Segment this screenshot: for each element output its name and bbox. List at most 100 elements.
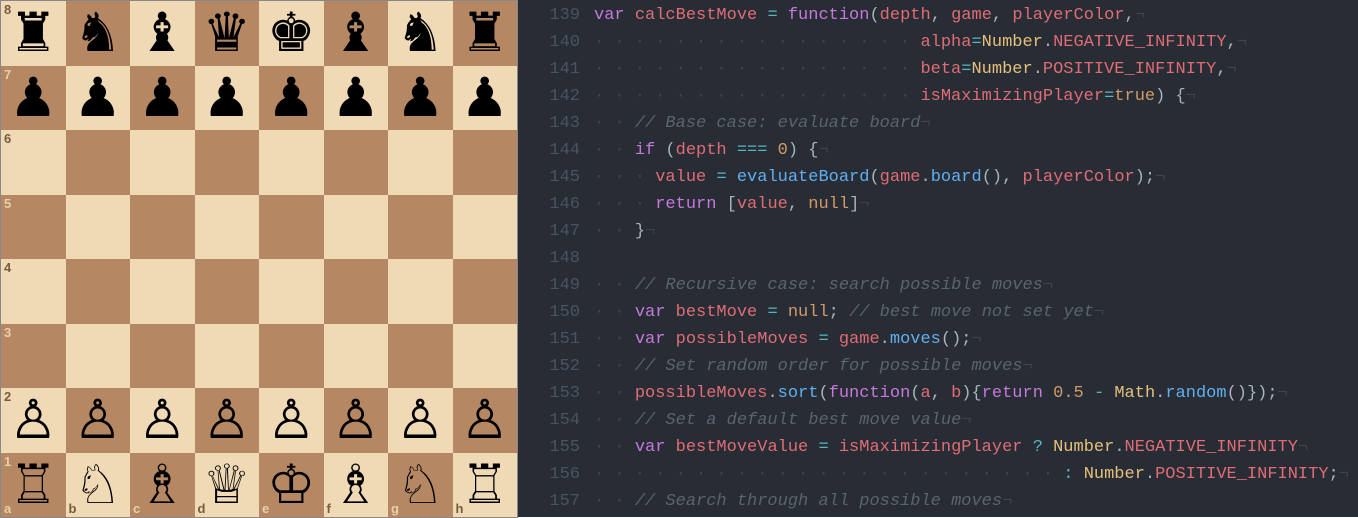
square-g6[interactable] [388,130,453,195]
square-f7[interactable]: ♟ [324,66,389,131]
square-d3[interactable] [195,324,260,389]
chess-piece[interactable]: ♗ [138,458,186,512]
chess-piece[interactable]: ♘ [74,458,122,512]
chess-piece[interactable]: ♖ [461,458,509,512]
square-f3[interactable] [324,324,389,389]
square-a8[interactable]: 8♜ [1,1,66,66]
square-g2[interactable]: ♙ [388,388,453,453]
square-h6[interactable] [453,130,518,195]
square-e8[interactable]: ♚ [259,1,324,66]
square-a3[interactable]: 3 [1,324,66,389]
chess-piece[interactable]: ♞ [74,6,122,60]
square-a5[interactable]: 5 [1,195,66,260]
code-line[interactable]: · · // Recursive case: search possible m… [594,272,1358,299]
chess-piece[interactable]: ♟ [461,71,509,125]
code-line[interactable]: · · possibleMoves.sort(function(a, b){re… [594,380,1358,407]
square-h4[interactable] [453,259,518,324]
code-line[interactable]: · · · return [value, null]¬ [594,191,1358,218]
square-a4[interactable]: 4 [1,259,66,324]
chess-piece[interactable]: ♞ [396,6,444,60]
square-e2[interactable]: ♙ [259,388,324,453]
chess-piece[interactable]: ♟ [74,71,122,125]
square-c1[interactable]: c♗ [130,453,195,518]
code-line[interactable]: · · · · · · · · · · · · · · · · beta=Num… [594,56,1358,83]
chess-piece[interactable]: ♟ [332,71,380,125]
code-content[interactable]: var calcBestMove = function(depth, game,… [594,2,1358,517]
square-h3[interactable] [453,324,518,389]
code-line[interactable]: · · // Set random order for possible mov… [594,353,1358,380]
code-line[interactable]: · · }¬ [594,218,1358,245]
code-editor[interactable]: 1391401411421431441451461471481491501511… [518,0,1358,517]
square-a1[interactable]: 1a♖ [1,453,66,518]
chess-piece[interactable]: ♘ [396,458,444,512]
chess-piece[interactable]: ♙ [138,393,186,447]
square-b3[interactable] [66,324,131,389]
square-f6[interactable] [324,130,389,195]
square-b5[interactable] [66,195,131,260]
square-e7[interactable]: ♟ [259,66,324,131]
chess-piece[interactable]: ♖ [9,458,57,512]
square-b1[interactable]: b♘ [66,453,131,518]
square-c2[interactable]: ♙ [130,388,195,453]
square-e6[interactable] [259,130,324,195]
chess-piece[interactable]: ♗ [332,458,380,512]
square-b8[interactable]: ♞ [66,1,131,66]
chess-piece[interactable]: ♕ [203,458,251,512]
square-c4[interactable] [130,259,195,324]
square-d8[interactable]: ♛ [195,1,260,66]
square-d4[interactable] [195,259,260,324]
square-c5[interactable] [130,195,195,260]
square-c3[interactable] [130,324,195,389]
square-h1[interactable]: h♖ [453,453,518,518]
chess-piece[interactable]: ♙ [203,393,251,447]
chess-piece[interactable]: ♙ [332,393,380,447]
square-c7[interactable]: ♟ [130,66,195,131]
code-line[interactable]: var calcBestMove = function(depth, game,… [594,2,1358,29]
chess-piece[interactable]: ♙ [74,393,122,447]
chess-piece[interactable]: ♟ [396,71,444,125]
code-line[interactable] [594,245,1358,272]
chess-piece[interactable]: ♜ [9,6,57,60]
code-line[interactable]: · · · · · · · · · · · · · · · · isMaximi… [594,83,1358,110]
square-g4[interactable] [388,259,453,324]
code-line[interactable]: · · var bestMoveValue = isMaximizingPlay… [594,434,1358,461]
code-line[interactable]: · · if (depth === 0) {¬ [594,137,1358,164]
chess-piece[interactable]: ♙ [396,393,444,447]
square-b7[interactable]: ♟ [66,66,131,131]
chess-piece[interactable]: ♝ [332,6,380,60]
chess-piece[interactable]: ♟ [9,71,57,125]
square-g3[interactable] [388,324,453,389]
square-b6[interactable] [66,130,131,195]
square-b2[interactable]: ♙ [66,388,131,453]
chess-piece[interactable]: ♙ [9,393,57,447]
square-g1[interactable]: g♘ [388,453,453,518]
chess-board[interactable]: 8♜♞♝♛♚♝♞♜7♟♟♟♟♟♟♟♟65432♙♙♙♙♙♙♙♙1a♖b♘c♗d♕… [0,0,518,518]
code-line[interactable]: · · · · · · · · · · · · · · · · · · · · … [594,461,1358,488]
square-a7[interactable]: 7♟ [1,66,66,131]
square-h2[interactable]: ♙ [453,388,518,453]
square-h7[interactable]: ♟ [453,66,518,131]
chess-piece[interactable]: ♝ [138,6,186,60]
square-h8[interactable]: ♜ [453,1,518,66]
square-d5[interactable] [195,195,260,260]
square-f2[interactable]: ♙ [324,388,389,453]
chess-piece[interactable]: ♟ [138,71,186,125]
chess-piece[interactable]: ♙ [461,393,509,447]
chess-piece[interactable]: ♔ [267,458,315,512]
square-f4[interactable] [324,259,389,324]
square-c8[interactable]: ♝ [130,1,195,66]
code-line[interactable]: · · var possibleMoves = game.moves();¬ [594,326,1358,353]
chess-piece[interactable]: ♚ [267,6,315,60]
square-c6[interactable] [130,130,195,195]
chess-piece[interactable]: ♛ [203,6,251,60]
square-d6[interactable] [195,130,260,195]
square-a2[interactable]: 2♙ [1,388,66,453]
square-e1[interactable]: e♔ [259,453,324,518]
code-line[interactable]: · · var bestMove = null; // best move no… [594,299,1358,326]
code-line[interactable]: · · // Search through all possible moves… [594,488,1358,515]
code-line[interactable]: · · // Set a default best move value¬ [594,407,1358,434]
code-line[interactable]: · · // Base case: evaluate board¬ [594,110,1358,137]
chess-piece[interactable]: ♜ [461,6,509,60]
square-g7[interactable]: ♟ [388,66,453,131]
chess-piece[interactable]: ♟ [203,71,251,125]
